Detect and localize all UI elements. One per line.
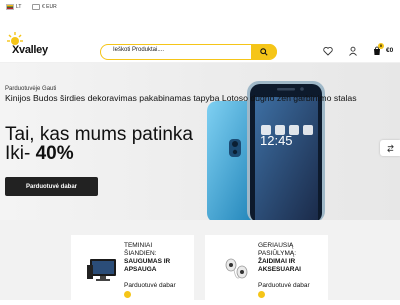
language-selector[interactable]: LT (6, 4, 21, 10)
search-icon (260, 47, 268, 56)
card-arrow-icon (124, 291, 131, 298)
card-shop-link[interactable]: Parduotuvė dabar (124, 282, 176, 289)
search-button[interactable] (251, 44, 277, 59)
compare-icon (386, 144, 394, 152)
cart-count-badge: 0 (378, 43, 384, 49)
hero-shop-label: Parduotuvėje Gauti (5, 86, 57, 92)
card-line1: TEMINIAI (124, 242, 153, 249)
compare-side-tab[interactable] (380, 140, 400, 156)
card-line3: SAUGUMAS IR (124, 258, 171, 265)
card-line3: ŽAIDIMAI IR (258, 258, 296, 265)
card-line4: AKSESUARAI (258, 266, 301, 273)
hero-promo-line2: Iki- 40% (5, 143, 74, 165)
monitor-image (87, 259, 116, 281)
hero-product-title[interactable]: Kinijos Budos širdies dekoravimas pakabi… (5, 94, 397, 103)
language-label: LT (16, 4, 22, 10)
shop-now-button[interactable]: Parduotuvė dabar (5, 177, 98, 196)
promo-card-text: GERIAUSIĄ PASIŪLYMĄ: ŽAIDIMAI IR AKSESUA… (258, 242, 301, 274)
lithuania-flag-icon (6, 4, 14, 10)
hero-discount: 40% (35, 143, 74, 164)
promo-card-text: TEMINIAI ŠIANDIEN: SAUGUMAS IR APSAUGA (124, 242, 170, 274)
card-line2: ŠIANDIEN: (124, 250, 157, 257)
wishlist-heart-icon[interactable] (323, 46, 333, 56)
card-line2: PASIŪLYMĄ: (258, 250, 297, 257)
phone-time: 12:45 (260, 133, 293, 148)
hero-promo-prefix: Iki- (5, 143, 31, 164)
header: Xvalley Ieškoti Produktai.... 0 €0 (0, 14, 400, 63)
card-line1: GERIAUSIĄ (258, 242, 294, 249)
logo[interactable]: Xvalley (6, 32, 52, 58)
promo-card-games[interactable]: GERIAUSIĄ PASIŪLYMĄ: ŽAIDIMAI IR AKSESUA… (205, 235, 328, 305)
search-input[interactable]: Ieškoti Produktai.... (113, 47, 164, 53)
cart-total[interactable]: €0 (386, 47, 393, 54)
currency-label: € EUR (42, 4, 57, 10)
hero-banner: 12:45 Parduotuvėje Gauti Kinijos Budos š… (0, 63, 400, 220)
promo-strip: TEMINIAI ŠIANDIEN: SAUGUMAS IR APSAUGA P… (0, 220, 400, 305)
money-icon (32, 4, 40, 10)
card-arrow-icon (258, 291, 265, 298)
search-bar[interactable]: Ieškoti Produktai.... (100, 44, 277, 60)
promo-card-security[interactable]: TEMINIAI ŠIANDIEN: SAUGUMAS IR APSAUGA P… (71, 235, 194, 305)
currency-selector[interactable]: € EUR (32, 4, 57, 10)
card-line4: APSAUGA (124, 266, 157, 273)
card-shop-link[interactable]: Parduotuvė dabar (258, 282, 310, 289)
earbuds-image (225, 258, 248, 279)
logo-text: Xvalley (12, 44, 48, 56)
user-account-icon[interactable] (348, 46, 358, 56)
top-bar: LT € EUR (0, 0, 400, 15)
